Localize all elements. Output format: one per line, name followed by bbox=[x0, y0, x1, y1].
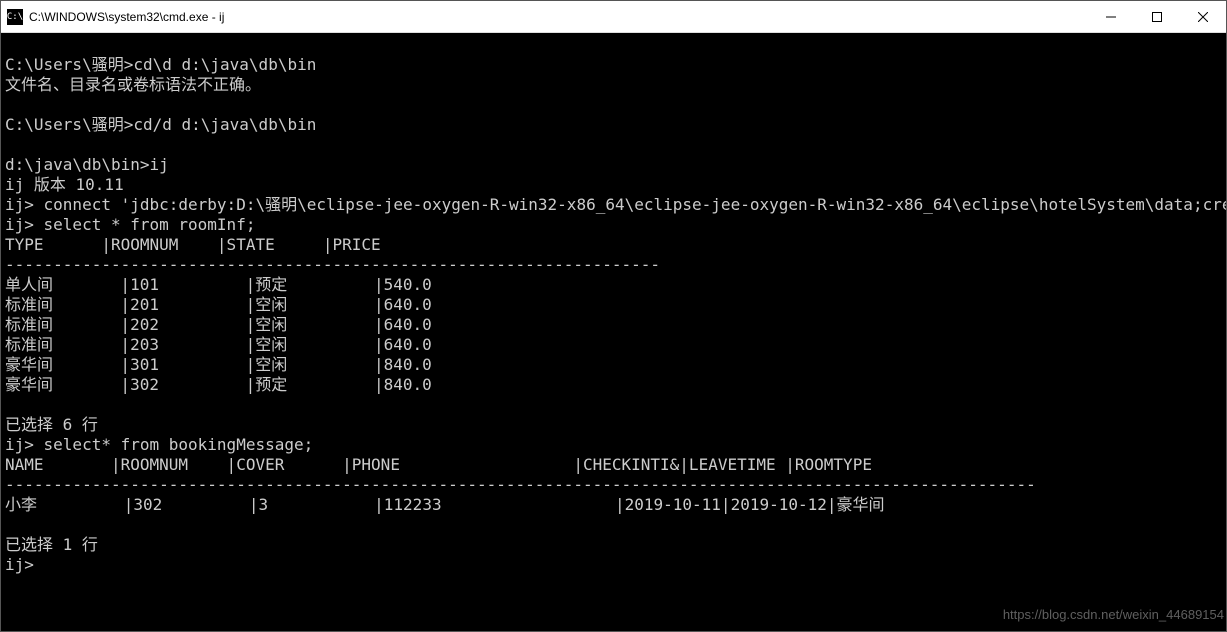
ij-prompt: ij> bbox=[5, 555, 34, 574]
terminal-line: ij> select* from bookingMessage; bbox=[5, 435, 313, 454]
maximize-button[interactable] bbox=[1134, 1, 1180, 32]
terminal-output[interactable]: C:\Users\骚明>cd\d d:\java\db\bin 文件名、目录名或… bbox=[1, 33, 1226, 631]
terminal-line: C:\Users\骚明>cd\d d:\java\db\bin bbox=[5, 55, 316, 74]
terminal-line: ij 版本 10.11 bbox=[5, 175, 124, 194]
table-row: 豪华间 |301 |空闲 |840.0 bbox=[5, 355, 432, 374]
window: C:\ C:\WINDOWS\system32\cmd.exe - ij C:\… bbox=[0, 0, 1227, 632]
table-row: 小李 |302 |3 |112233 |2019-10-11|2019-10-1… bbox=[5, 495, 885, 514]
table-divider: ----------------------------------------… bbox=[5, 475, 1036, 494]
close-button[interactable] bbox=[1180, 1, 1226, 32]
cmd-icon: C:\ bbox=[7, 9, 23, 25]
terminal-line: C:\Users\骚明>cd/d d:\java\db\bin bbox=[5, 115, 316, 134]
terminal-line: 文件名、目录名或卷标语法不正确。 bbox=[5, 75, 261, 94]
watermark: https://blog.csdn.net/weixin_44689154 bbox=[1003, 605, 1224, 625]
table-row: 标准间 |203 |空闲 |640.0 bbox=[5, 335, 432, 354]
table-header: TYPE |ROOMNUM |STATE |PRICE bbox=[5, 235, 381, 254]
terminal-line: ij> connect 'jdbc:derby:D:\骚明\eclipse-je… bbox=[5, 195, 1226, 214]
terminal-line: d:\java\db\bin>ij bbox=[5, 155, 169, 174]
table-row: 豪华间 |302 |预定 |840.0 bbox=[5, 375, 432, 394]
result-count: 已选择 1 行 bbox=[5, 535, 98, 554]
terminal-line: ij> select * from roomInf; bbox=[5, 215, 255, 234]
window-title: C:\WINDOWS\system32\cmd.exe - ij bbox=[29, 10, 1088, 24]
table-header: NAME |ROOMNUM |COVER |PHONE |CHECKINTI&|… bbox=[5, 455, 872, 474]
window-controls bbox=[1088, 1, 1226, 32]
result-count: 已选择 6 行 bbox=[5, 415, 98, 434]
titlebar[interactable]: C:\ C:\WINDOWS\system32\cmd.exe - ij bbox=[1, 1, 1226, 33]
table-row: 单人间 |101 |预定 |540.0 bbox=[5, 275, 432, 294]
table-divider: ----------------------------------------… bbox=[5, 255, 660, 274]
minimize-button[interactable] bbox=[1088, 1, 1134, 32]
table-row: 标准间 |202 |空闲 |640.0 bbox=[5, 315, 432, 334]
table-row: 标准间 |201 |空闲 |640.0 bbox=[5, 295, 432, 314]
